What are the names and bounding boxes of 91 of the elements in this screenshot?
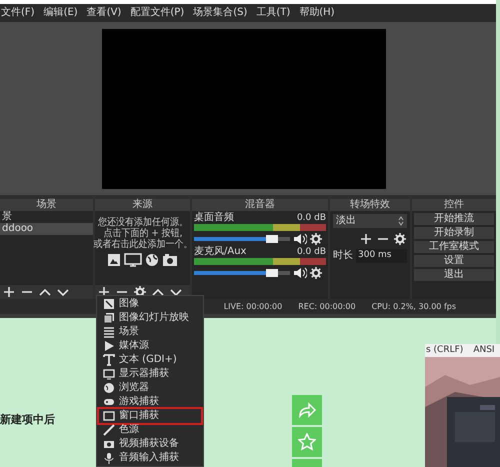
duration-field[interactable]: 300 ms	[356, 249, 407, 263]
settings-icon[interactable]	[134, 286, 146, 298]
menu-item[interactable]: 编辑(E)	[44, 8, 78, 18]
status-text: s (CRLF)	[426, 346, 464, 355]
control-button[interactable]: 设置	[414, 255, 494, 267]
menu-item[interactable]: 浏览器	[99, 381, 201, 395]
control-button[interactable]: 开始录制	[414, 227, 494, 239]
settings-icon[interactable]	[310, 267, 322, 279]
status-text: ANSI	[473, 346, 495, 355]
chevron-up-icon[interactable]	[39, 286, 51, 298]
menu-item[interactable]: 工具(T)	[256, 8, 290, 18]
plus-icon[interactable]	[360, 233, 372, 245]
menu-item[interactable]: 窗口捕获	[99, 409, 201, 423]
menu-item-label: 窗口捕获	[119, 411, 159, 421]
globe-icon	[145, 253, 159, 267]
menu-item-label: 色源	[119, 425, 139, 435]
menu-item[interactable]: 图像	[99, 297, 201, 311]
plus-icon[interactable]	[98, 286, 110, 298]
duration-label: 时长	[333, 251, 353, 261]
status-text: REC: 00:00:00	[298, 302, 356, 310]
menu-item[interactable]: 场景	[99, 325, 201, 339]
menu-item-label: 图像幻灯片放映	[119, 313, 189, 323]
menu-item-label: 浏览器	[119, 383, 149, 393]
monitor-icon	[103, 368, 115, 380]
settings-icon[interactable]	[394, 233, 406, 245]
globe-icon	[103, 382, 115, 394]
menu-item[interactable]: 音频输入捕获	[99, 451, 201, 465]
menu-item-label: 视频捕获设备	[119, 439, 179, 449]
volume-slider[interactable]	[194, 271, 290, 275]
chevron-up-icon[interactable]	[152, 286, 164, 298]
heading-text: 新建项中后	[0, 412, 55, 428]
status-text: LIVE: 00:00:00	[224, 302, 282, 310]
image-icon	[107, 253, 121, 267]
menu-item-label: 图像	[119, 299, 139, 309]
menu-item[interactable]: 帮助(H)	[299, 8, 335, 18]
spinner-arrows-icon	[398, 216, 404, 226]
monitor-icon	[124, 253, 142, 267]
window-icon	[103, 410, 115, 422]
menu-item[interactable]: 图像幻灯片放映	[99, 311, 201, 325]
transition-dropdown[interactable]: 淡出	[333, 214, 407, 228]
channel-name: 麦克风/Aux	[194, 247, 246, 257]
menu-item[interactable]: 场景集合(S)	[193, 8, 248, 18]
menu-item[interactable]: 游戏捕获	[99, 395, 201, 409]
image-icon	[103, 298, 115, 310]
menu-item-label: 场景	[119, 327, 139, 337]
speaker-icon[interactable]	[293, 233, 307, 245]
plus-icon[interactable]	[3, 286, 15, 298]
brush-icon	[103, 424, 115, 436]
menu-item[interactable]: 色源	[99, 423, 201, 437]
dock-title: 来源	[132, 200, 152, 210]
dock-title: 混音器	[245, 200, 275, 210]
control-button[interactable]: 退出	[414, 269, 494, 281]
microphone-icon	[103, 452, 115, 464]
menu-item[interactable]: 查看(V)	[86, 8, 122, 18]
control-button[interactable]: 开始推流	[414, 213, 494, 225]
db-reading: 0.0 dB	[296, 247, 326, 257]
gamepad-icon	[103, 396, 115, 408]
menu-item-label: 游戏捕获	[119, 397, 159, 407]
volume-slider[interactable]	[194, 237, 290, 241]
hint-text: 点击下面的 + 按钮,	[102, 228, 182, 239]
settings-icon[interactable]	[310, 233, 322, 245]
menu-item[interactable]: 显示器捕获	[99, 367, 201, 381]
menu-item[interactable]: 配置文件(P)	[130, 8, 184, 18]
menu-item-label: 音频输入捕获	[119, 453, 179, 463]
menu-item-label: 显示器捕获	[119, 369, 169, 379]
hint-text: 您还没有添加任何源。	[98, 217, 188, 228]
speaker-icon[interactable]	[293, 267, 307, 279]
camera-icon	[103, 438, 115, 450]
play-icon	[103, 340, 115, 352]
status-text: CPU: 0.2%, 30.00 fps	[372, 302, 456, 310]
hint-text: 或者右击此处添加一个。	[93, 239, 192, 250]
channel-name: 桌面音频	[194, 213, 234, 223]
dock-title: 转场特效	[350, 200, 390, 210]
scene-item[interactable]: ddooo	[0, 223, 93, 235]
dock-title: 控件	[444, 200, 464, 210]
menu-item[interactable]: 视频捕获设备	[99, 437, 201, 451]
scene-item[interactable]: 景	[0, 211, 93, 223]
menu-item[interactable]: 文件(F)	[1, 8, 35, 18]
menu-item[interactable]: 媒体源	[99, 339, 201, 353]
dock-title: 场景	[36, 200, 56, 210]
share-icon	[298, 402, 316, 418]
text-icon	[103, 354, 115, 366]
control-button[interactable]: 工作室模式	[414, 241, 494, 253]
db-reading: 0.0 dB	[296, 213, 326, 223]
star-icon	[298, 433, 316, 451]
menu-item-label: 文本 (GDI+)	[119, 355, 177, 365]
slides-icon	[103, 312, 115, 324]
list-icon	[103, 326, 115, 338]
menu-item[interactable]: 文本 (GDI+)	[99, 353, 201, 367]
camera-icon	[162, 253, 178, 267]
menu-item-label: 媒体源	[119, 341, 149, 351]
